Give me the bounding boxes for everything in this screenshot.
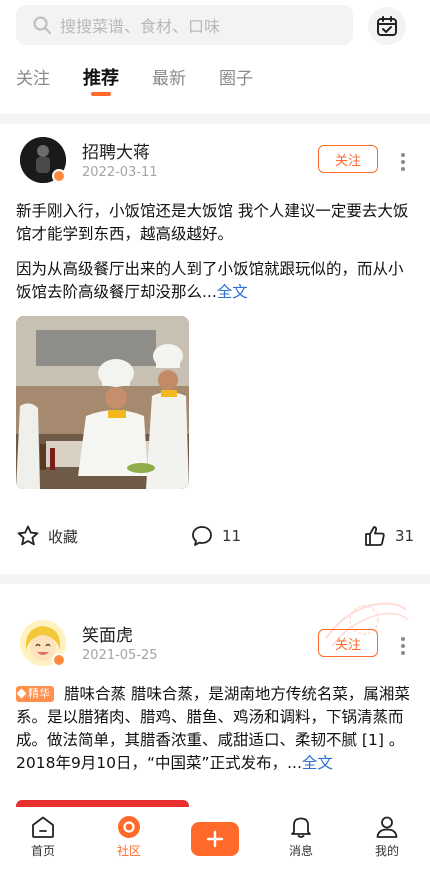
more-dot-icon (401, 651, 405, 655)
post-actions: 收藏 11 31 (0, 524, 430, 554)
section-divider (0, 114, 430, 124)
more-options-button[interactable] (396, 151, 410, 173)
nav-label: 社区 (116, 844, 141, 858)
more-dot-icon (401, 637, 405, 641)
like-button[interactable]: 31 (363, 524, 414, 548)
tab-following[interactable]: 关注 (16, 66, 50, 96)
nav-publish[interactable] (172, 807, 258, 869)
more-dot-icon (401, 167, 405, 171)
comment-count: 11 (222, 527, 242, 545)
post-card: 笑面虎 2021-05-25 关注 精华 腊味合蒸 腊味合蒸，是湖南地方传统名菜，… (0, 584, 430, 800)
nav-messages[interactable]: 消息 (258, 807, 344, 869)
post-excerpt: 腊味合蒸 腊味合蒸，是湖南地方传统名菜，属湘菜系。是以腊猪肉、腊鸡、腊鱼、鸡汤和… (16, 685, 410, 749)
read-more-link[interactable]: 全文 (217, 283, 248, 301)
search-placeholder: 搜搜菜谱、食材、口味 (60, 17, 221, 36)
section-divider (0, 574, 430, 584)
post-excerpt: 2018年9月10日，“中国菜”正式发布，... (16, 754, 302, 772)
post-excerpt: 因为从高级餐厅出来的人到了小饭馆就跟玩似的，而从小饭馆去阶高级餐厅却没那么... (16, 260, 404, 301)
chefs-cooking-image (16, 316, 189, 489)
post-date: 2022-03-11 (82, 165, 158, 180)
tab-label: 关注 (16, 69, 50, 89)
feed-tabs: 关注 推荐 最新 圈子 (16, 66, 286, 100)
nav-label: 我的 (374, 844, 399, 858)
nav-label: 消息 (288, 844, 313, 858)
nav-home[interactable]: 首页 (0, 807, 86, 869)
more-dot-icon (401, 153, 405, 157)
tab-label: 最新 (152, 69, 186, 89)
post-paragraph: 新手刚入行，小饭馆还是大饭馆 我个人建议一定要去大饭馆才能学到东西，越高级越好。 (16, 202, 409, 243)
home-icon (32, 816, 54, 838)
more-dot-icon (401, 160, 405, 164)
search-icon (33, 16, 51, 34)
nav-profile[interactable]: 我的 (344, 807, 430, 869)
post-image[interactable] (16, 316, 189, 489)
tab-recommended[interactable]: 推荐 (83, 66, 119, 96)
nav-community[interactable]: 社区 (86, 807, 172, 869)
username[interactable]: 招聘大蒋 (82, 138, 150, 163)
post-paragraph: 2018年9月10日，“中国菜”正式发布，...全文 (16, 752, 412, 775)
user-icon (376, 816, 398, 838)
collect-label: 收藏 (48, 527, 79, 546)
more-dot-icon (401, 644, 405, 648)
plus-icon (206, 830, 224, 848)
top-bar: 搜搜菜谱、食材、口味 (0, 0, 430, 52)
publish-button[interactable] (191, 822, 239, 856)
bell-icon (291, 817, 311, 838)
post-date: 2021-05-25 (82, 648, 158, 663)
tab-label: 圈子 (219, 69, 253, 89)
collect-button[interactable]: 收藏 (16, 524, 78, 548)
comment-button[interactable]: 11 (190, 524, 241, 548)
read-more-link[interactable]: 全文 (302, 754, 333, 772)
tab-latest[interactable]: 最新 (152, 66, 186, 96)
community-page: 搜搜菜谱、食材、口味 关注 推荐 最新 圈子 招聘大蒋 2022-03-11 关… (0, 0, 430, 869)
community-icon (118, 816, 140, 838)
active-tab-indicator (91, 92, 111, 96)
post-card: 招聘大蒋 2022-03-11 关注 新手刚入行，小饭馆还是大饭馆 我个人建议一… (0, 124, 430, 570)
bottom-nav: 首页 社区 消息 我的 (0, 807, 430, 869)
tab-label: 推荐 (83, 68, 119, 89)
follow-button[interactable]: 关注 (318, 629, 378, 657)
post-text[interactable]: 新手刚入行，小饭馆还是大饭馆 我个人建议一定要去大饭馆才能学到东西，越高级越好。… (16, 200, 412, 304)
comment-icon (192, 526, 212, 546)
more-options-button[interactable] (396, 635, 410, 657)
follow-button[interactable]: 关注 (318, 145, 378, 173)
verified-badge-icon (52, 653, 66, 667)
nav-label: 首页 (30, 844, 55, 858)
username[interactable]: 笑面虎 (82, 621, 133, 646)
search-input[interactable]: 搜搜菜谱、食材、口味 (16, 5, 353, 45)
essence-badge: 精华 (16, 686, 54, 702)
calendar-icon (377, 16, 397, 36)
post-paragraph: 精华 腊味合蒸 腊味合蒸，是湖南地方传统名菜，属湘菜系。是以腊猪肉、腊鸡、腊鱼、鸡… (16, 683, 412, 752)
post-paragraph: 因为从高级餐厅出来的人到了小饭馆就跟玩似的，而从小饭馆去阶高级餐厅却没那么...… (16, 258, 412, 304)
thumbs-up-icon (365, 526, 385, 546)
calendar-button[interactable] (368, 7, 406, 45)
verified-badge-icon (52, 169, 66, 183)
post-text[interactable]: 精华 腊味合蒸 腊味合蒸，是湖南地方传统名菜，属湘菜系。是以腊猪肉、腊鸡、腊鱼、鸡… (16, 683, 412, 775)
tab-circles[interactable]: 圈子 (219, 66, 253, 96)
like-count: 31 (395, 527, 415, 545)
star-icon (17, 525, 39, 546)
